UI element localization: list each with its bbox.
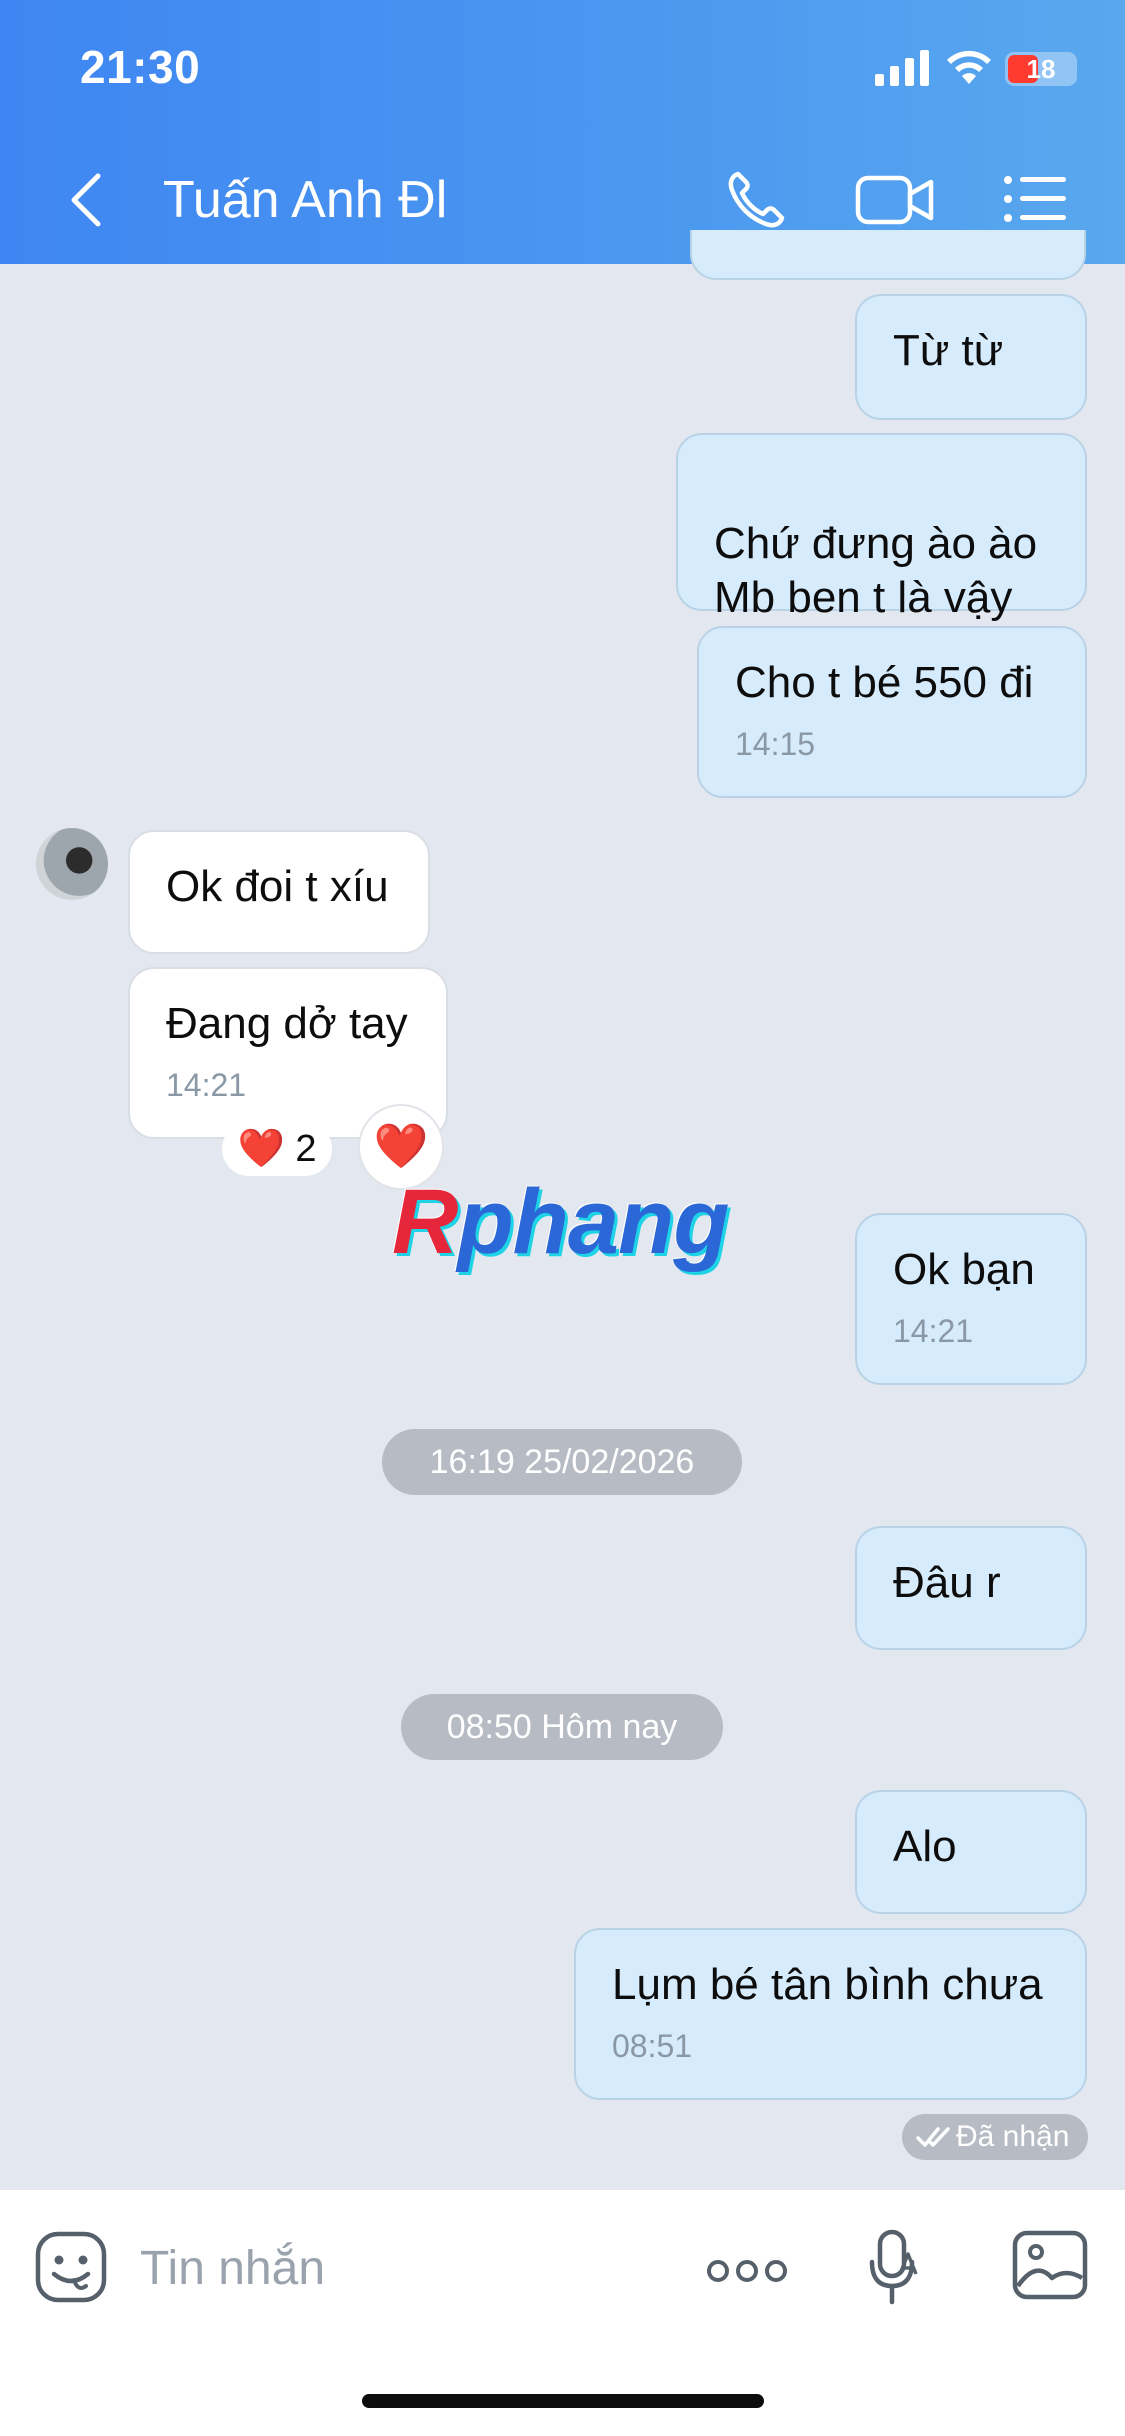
date-separator: 08:50 Hôm nay [401, 1694, 723, 1760]
message-time: 14:21 [166, 1067, 247, 1103]
reaction-count: 2 [295, 1128, 317, 1170]
contact-avatar[interactable] [36, 828, 108, 900]
message-bubble[interactable]: Từ từ [855, 294, 1087, 420]
message-time: 14:21 [893, 1313, 974, 1349]
message-text: Đâu r [893, 1558, 1001, 1607]
image-icon[interactable] [1012, 2230, 1088, 2300]
contact-name[interactable]: Tuấn Anh Đl [163, 170, 447, 230]
status-time: 21:30 [80, 41, 201, 93]
phone-icon[interactable] [724, 168, 790, 230]
message-text: Từ từ [893, 326, 1004, 375]
message-text: Chứ đưng ào ào Mb ben t là vậy [714, 519, 1038, 622]
video-camera-icon[interactable] [855, 168, 935, 230]
message-text: Cho t bé 550 đi [735, 658, 1034, 707]
back-button[interactable] [62, 170, 112, 230]
message-bubble[interactable]: Ok bạn 14:21 [855, 1213, 1087, 1385]
home-indicator[interactable] [362, 2394, 764, 2408]
message-bubble[interactable]: Cho t bé 550 đi 14:15 [697, 626, 1087, 798]
microphone-icon[interactable] [866, 2228, 922, 2308]
double-check-icon [916, 2127, 950, 2147]
message-text: Alo [893, 1822, 957, 1871]
battery-icon: 18 [1005, 52, 1077, 86]
message-time: 14:15 [735, 726, 816, 762]
message-input[interactable] [140, 2236, 640, 2300]
list-icon[interactable] [1002, 168, 1068, 230]
more-icon[interactable] [706, 2246, 788, 2296]
watermark-logo: Rphang [392, 1171, 729, 1273]
sticker-icon[interactable] [34, 2230, 108, 2304]
message-text: Ok đoi t xíu [166, 862, 389, 911]
reaction-summary[interactable]: ❤️ 2 [222, 1122, 332, 1176]
date-separator: 16:19 25/02/2026 [382, 1429, 742, 1495]
message-text: Đang dở tay [166, 999, 408, 1048]
message-bubble[interactable]: Đâu r [855, 1526, 1087, 1650]
delivery-status: Đã nhận [902, 2114, 1088, 2160]
message-time: 08:51 [612, 2028, 693, 2064]
message-bubble[interactable]: Lụm bé tân bình chưa 08:51 [574, 1928, 1087, 2100]
message-bubble[interactable]: Ok đoi t xíu [128, 830, 430, 954]
message-text: Ok bạn [893, 1245, 1035, 1294]
wifi-icon [947, 50, 991, 84]
message-bubble[interactable]: Alo [855, 1790, 1087, 1914]
delivery-status-text: Đã nhận [956, 2120, 1070, 2153]
message-bubble[interactable]: Chứ đưng ào ào Mb ben t là vậy [676, 433, 1087, 622]
chat-header: 21:30 18 Tuấn Anh Đl [0, 0, 1125, 264]
message-text: Lụm bé tân bình chưa [612, 1960, 1043, 2009]
heart-icon: ❤️ [237, 1128, 285, 1170]
battery-level: 18 [1026, 54, 1056, 84]
signal-icon [875, 50, 929, 86]
message-bubble-partial[interactable] [690, 230, 1086, 280]
